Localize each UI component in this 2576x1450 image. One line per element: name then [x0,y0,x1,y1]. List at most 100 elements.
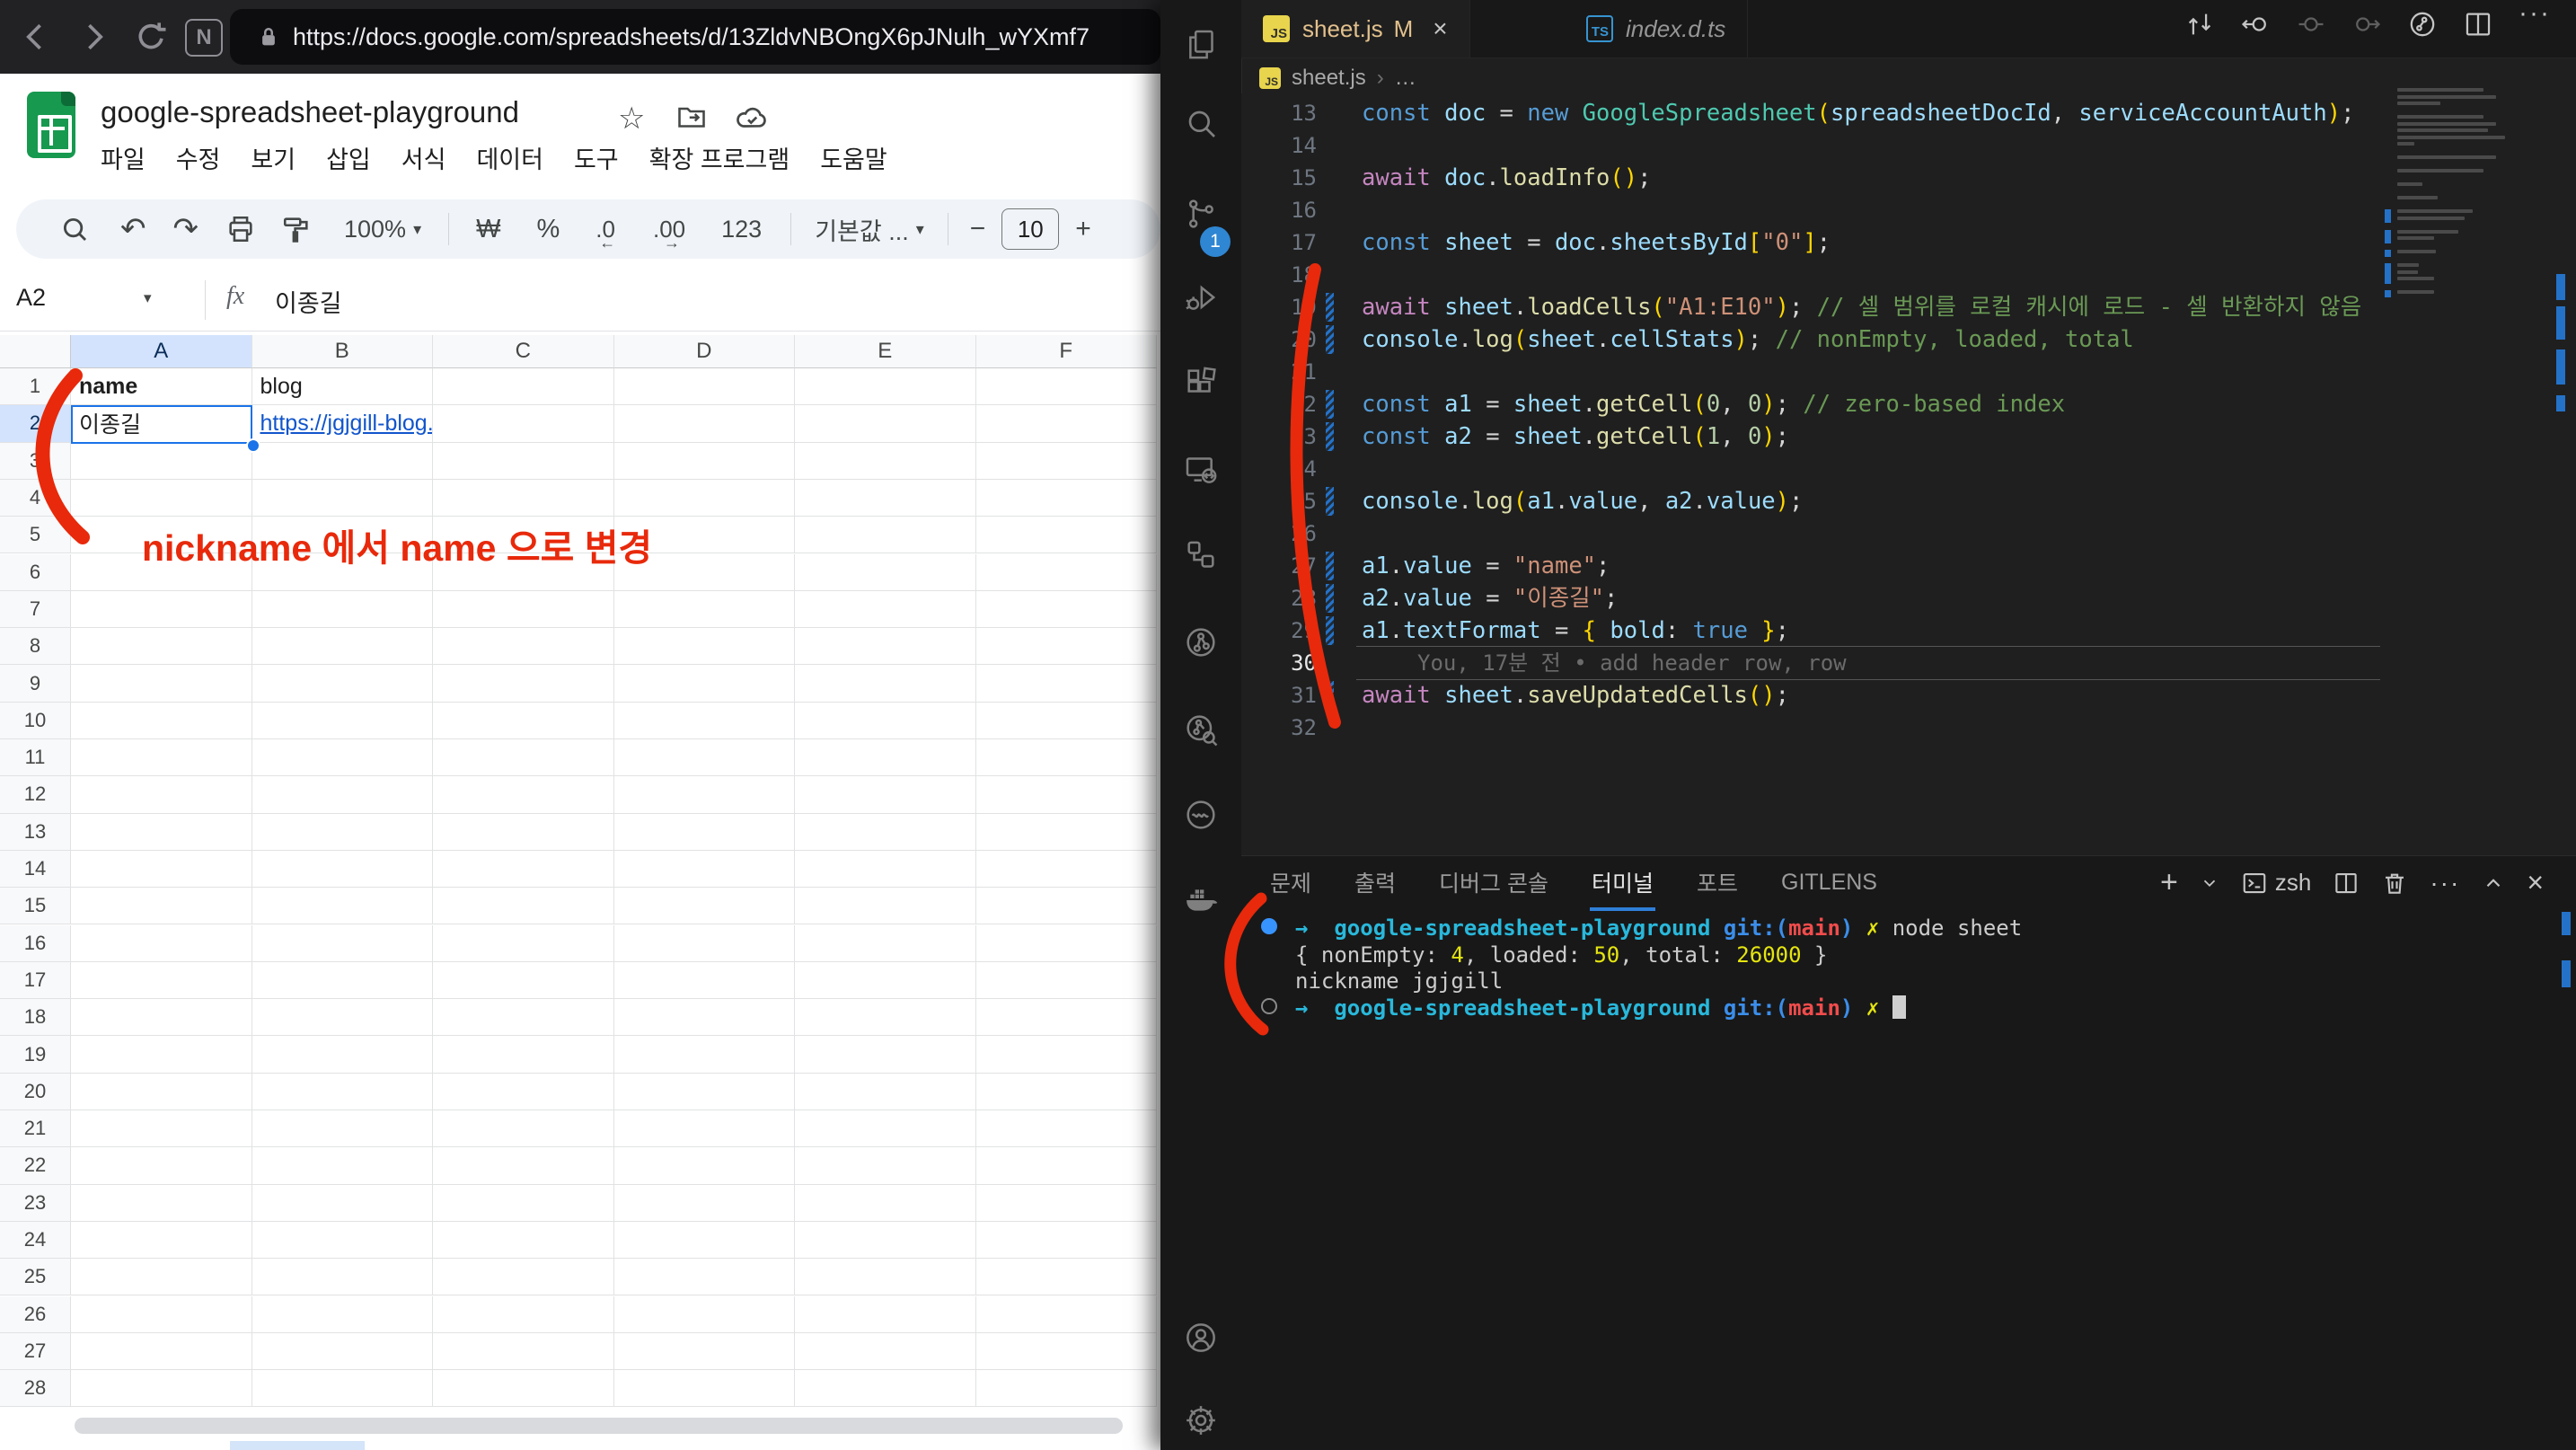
code-line[interactable]: 24 [1241,453,2576,485]
column-header[interactable]: E [795,335,976,368]
cell[interactable] [433,1333,614,1370]
shell-label[interactable]: zsh [2241,869,2311,897]
cell[interactable] [614,1036,796,1073]
accounts-icon[interactable] [1183,1320,1219,1356]
decrease-font-size-button[interactable]: − [970,214,986,244]
row-header[interactable]: 25 [0,1259,71,1295]
cell[interactable] [71,1110,252,1147]
cell[interactable] [614,1222,796,1259]
gitlens-icon[interactable] [1183,624,1219,660]
cell[interactable] [614,1296,796,1333]
cell[interactable] [252,480,434,517]
cell[interactable] [614,1110,796,1147]
split-editor-icon[interactable] [2463,9,2495,41]
redo-icon[interactable]: ↷ [173,211,199,247]
gitlens-compare-icon[interactable] [2184,9,2217,41]
cell[interactable] [976,443,1158,480]
cell[interactable] [252,1036,434,1073]
row-header[interactable]: 5 [0,517,71,553]
cell[interactable] [976,665,1158,702]
forward-icon[interactable] [74,17,113,57]
column-header[interactable]: C [433,335,614,368]
percent-format-button[interactable]: % [536,215,560,244]
cell[interactable] [976,1036,1158,1073]
code-line[interactable]: 31await sheet.saveUpdatedCells(); [1241,679,2576,712]
cell[interactable] [252,703,434,739]
move-folder-icon[interactable] [675,101,708,137]
cell[interactable] [71,591,252,628]
code-line[interactable]: 17const sheet = doc.sheetsById["0"]; [1241,226,2576,259]
row-header[interactable]: 9 [0,665,71,702]
fill-handle[interactable] [246,438,260,453]
cell[interactable] [71,665,252,702]
cell[interactable] [976,814,1158,851]
cell[interactable] [433,703,614,739]
cell[interactable] [71,999,252,1036]
row-header[interactable]: 22 [0,1147,71,1184]
column-header[interactable]: D [614,335,796,368]
menu-item[interactable]: 서식 [401,140,446,176]
zoom-select[interactable]: 100%▾ [344,216,421,243]
cell[interactable] [976,405,1158,442]
terminal[interactable]: → google-spreadsheet-playground git:(mai… [1259,915,2549,1450]
increase-decimal-button[interactable]: .00→ [653,216,685,243]
extensions-icon[interactable] [1183,365,1219,401]
cell[interactable] [433,888,614,924]
cell[interactable] [795,814,976,851]
cell[interactable] [433,776,614,813]
cell[interactable] [252,814,434,851]
cell[interactable] [252,962,434,999]
cell[interactable] [795,1185,976,1222]
terminal-profile-caret-icon[interactable] [2200,873,2219,893]
cell[interactable] [795,554,976,591]
cell[interactable] [976,739,1158,776]
cell[interactable] [795,703,976,739]
code-line[interactable]: 22const a1 = sheet.getCell(0, 0); // zer… [1241,388,2576,420]
cell[interactable] [71,925,252,962]
cell[interactable] [976,1110,1158,1147]
cell[interactable] [614,925,796,962]
remote-explorer-icon[interactable] [1183,452,1219,488]
cell[interactable] [976,1222,1158,1259]
reload-icon[interactable] [131,17,171,57]
code-line[interactable]: 19await sheet.loadCells("A1:E10"); // 셀 … [1241,291,2576,323]
prev-change-icon[interactable] [2240,9,2272,41]
cell[interactable]: name [71,368,252,405]
cell[interactable] [252,999,434,1036]
cell[interactable] [71,739,252,776]
panel-tab[interactable]: 터미널 [1590,866,1655,898]
cell[interactable] [795,739,976,776]
code-line[interactable]: 27a1.value = "name"; [1241,550,2576,582]
cell[interactable] [795,1370,976,1407]
cell[interactable] [71,1147,252,1184]
paint-format-icon[interactable] [281,214,312,244]
decrease-decimal-button[interactable]: .0← [595,216,615,243]
menu-item[interactable]: 파일 [101,140,146,176]
cell[interactable] [976,368,1158,405]
cell[interactable] [795,1333,976,1370]
panel-tab[interactable]: 출력 [1353,866,1398,898]
cell[interactable] [795,443,976,480]
cell[interactable]: https://jgjgill-blog.netlify.app/ [252,405,434,442]
cell[interactable] [614,1074,796,1110]
maximize-panel-icon[interactable] [2482,871,2505,895]
cell[interactable] [795,962,976,999]
editor-tab[interactable]: JSsheet.jsM× [1241,0,1470,57]
undo-icon[interactable]: ↶ [120,211,146,247]
row-header[interactable]: 3 [0,443,71,480]
command-decoration[interactable] [1261,918,1277,934]
cell[interactable] [433,1370,614,1407]
cell[interactable] [976,1074,1158,1110]
star-icon[interactable]: ☆ [618,101,645,137]
cell[interactable] [433,1222,614,1259]
cell[interactable] [795,776,976,813]
url-bar[interactable]: https://docs.google.com/spreadsheets/d/1… [230,9,1160,65]
cell[interactable] [795,1147,976,1184]
cell[interactable] [71,443,252,480]
run-debug-icon[interactable] [1183,279,1219,315]
cell[interactable] [614,814,796,851]
cell[interactable] [795,405,976,442]
cell[interactable] [976,1259,1158,1295]
close-panel-icon[interactable]: × [2527,866,2544,899]
cell[interactable] [976,1147,1158,1184]
